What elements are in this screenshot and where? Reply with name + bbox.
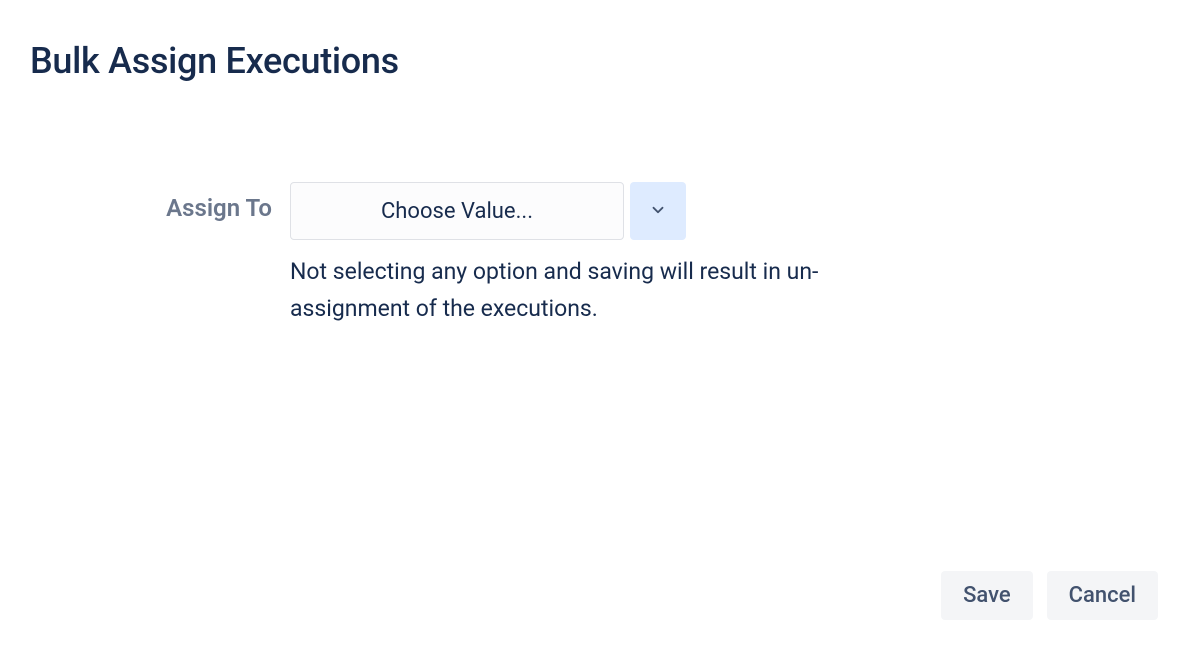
assign-to-control-col: Choose Value... Not selecting any option… [290, 182, 910, 328]
save-button[interactable]: Save [941, 571, 1033, 620]
chevron-down-icon [649, 201, 667, 222]
assign-to-helper-text: Not selecting any option and saving will… [290, 254, 910, 328]
assign-to-select-group: Choose Value... [290, 182, 910, 240]
assign-to-label: Assign To [30, 182, 290, 222]
page-title: Bulk Assign Executions [0, 0, 1188, 92]
assign-to-dropdown-toggle[interactable] [630, 182, 686, 240]
assign-to-row: Assign To Choose Value... Not selecting … [0, 92, 1188, 328]
assign-to-select[interactable]: Choose Value... [290, 182, 624, 240]
cancel-button[interactable]: Cancel [1047, 571, 1158, 620]
footer-actions: Save Cancel [941, 571, 1158, 620]
